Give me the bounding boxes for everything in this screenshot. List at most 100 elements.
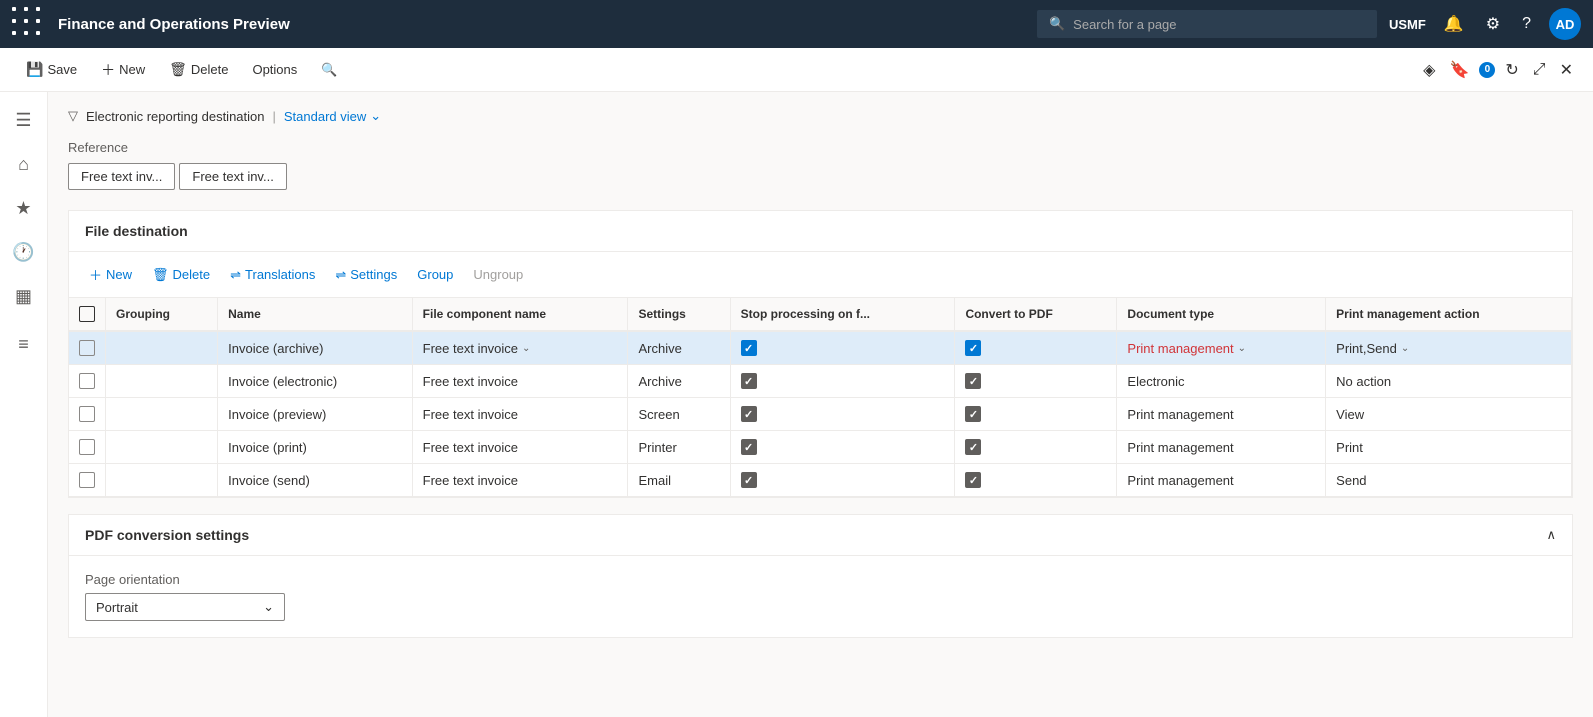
sidebar-item-home[interactable]: ⌂ xyxy=(4,144,44,184)
page-orientation-value: Portrait xyxy=(96,600,138,615)
file-component-dropdown[interactable]: Free text invoice⌄ xyxy=(423,341,618,356)
cell-stop-processing[interactable] xyxy=(730,365,955,398)
convert-pdf-checkbox[interactable] xyxy=(965,373,981,389)
cell-name: Invoice (archive) xyxy=(218,331,413,365)
stop-processing-checkbox[interactable] xyxy=(741,439,757,455)
filter-icon-header: ▽ xyxy=(68,108,78,124)
pdf-conversion-section: PDF conversion settings ∧ Page orientati… xyxy=(68,514,1573,638)
stop-processing-checkbox[interactable] xyxy=(741,340,757,356)
cell-convert-pdf[interactable] xyxy=(955,398,1117,431)
help-icon[interactable]: ? xyxy=(1518,11,1535,37)
dropdown-arrow-icon: ⌄ xyxy=(522,343,530,354)
file-destination-section: File destination ＋ New 🗑 Delete ⇌ Transl… xyxy=(68,210,1573,498)
new-button[interactable]: ＋ New xyxy=(91,54,155,86)
convert-pdf-checkbox[interactable] xyxy=(965,472,981,488)
cell-convert-pdf[interactable] xyxy=(955,431,1117,464)
row-checkbox[interactable] xyxy=(79,373,95,389)
sidebar-item-workspaces[interactable]: ▦ xyxy=(4,276,44,316)
cell-document-type: Print management xyxy=(1117,464,1326,497)
cell-convert-pdf[interactable] xyxy=(955,365,1117,398)
search-bar[interactable]: 🔍 Search for a page xyxy=(1037,10,1377,38)
filter-button[interactable]: 🔍 xyxy=(311,56,347,84)
close-icon[interactable]: ✕ xyxy=(1556,56,1577,84)
cell-document-type[interactable]: Print management⌄ xyxy=(1117,331,1326,365)
page-orientation-select[interactable]: Portrait ⌄ xyxy=(85,593,285,621)
app-grid-icon[interactable] xyxy=(12,7,46,41)
table-translations-button[interactable]: ⇌ Translations xyxy=(222,262,323,288)
delete-label: Delete xyxy=(191,62,229,77)
cell-stop-processing[interactable] xyxy=(730,331,955,365)
view-label: Standard view xyxy=(284,109,366,124)
sidebar-item-recent[interactable]: 🕐 xyxy=(4,232,44,272)
row-checkbox-cell xyxy=(69,365,106,398)
table-row[interactable]: Invoice (preview)Free text invoiceScreen… xyxy=(69,398,1572,431)
row-checkbox[interactable] xyxy=(79,340,95,356)
entity-label: USMF xyxy=(1389,17,1426,32)
table-translations-label: Translations xyxy=(245,267,315,282)
table-row[interactable]: Invoice (send)Free text invoiceEmailPrin… xyxy=(69,464,1572,497)
bookmark-icon[interactable]: 🔖 xyxy=(1445,56,1473,84)
sidebar-item-favorites[interactable]: ★ xyxy=(4,188,44,228)
avatar[interactable]: AD xyxy=(1549,8,1581,40)
row-checkbox-cell xyxy=(69,331,106,365)
table-new-button[interactable]: ＋ New xyxy=(81,260,140,289)
table-settings-button[interactable]: ⇌ Settings xyxy=(327,262,405,288)
cell-stop-processing[interactable] xyxy=(730,464,955,497)
reference-btn-1[interactable]: Free text inv... xyxy=(68,163,175,190)
cell-file-component: Free text invoice xyxy=(412,431,628,464)
stop-processing-checkbox[interactable] xyxy=(741,406,757,422)
view-selector[interactable]: Standard view ⌄ xyxy=(284,108,381,124)
sidebar-item-modules[interactable]: ≡ xyxy=(4,324,44,364)
table-row[interactable]: Invoice (print)Free text invoicePrinterP… xyxy=(69,431,1572,464)
diamond-icon[interactable]: ◈ xyxy=(1419,56,1439,84)
chevron-down-icon: ⌄ xyxy=(263,599,274,615)
action-bar-right: ◈ 🔖 0 ↻ ⤢ ✕ xyxy=(1419,56,1577,84)
print-action-dropdown[interactable]: Print,Send⌄ xyxy=(1336,341,1561,356)
table-header-row: Grouping Name File component name Settin… xyxy=(69,298,1572,331)
convert-pdf-checkbox[interactable] xyxy=(965,340,981,356)
row-checkbox[interactable] xyxy=(79,472,95,488)
th-checkbox xyxy=(69,298,106,331)
cell-document-type: Electronic xyxy=(1117,365,1326,398)
table-ungroup-button[interactable]: Ungroup xyxy=(465,262,531,287)
page-orientation-label: Page orientation xyxy=(85,572,1556,587)
table-group-button[interactable]: Group xyxy=(409,262,461,287)
dropdown-arrow-icon: ⌄ xyxy=(1238,343,1246,354)
cell-settings: Archive xyxy=(628,365,730,398)
table-row[interactable]: Invoice (archive)Free text invoice⌄Archi… xyxy=(69,331,1572,365)
stop-processing-checkbox[interactable] xyxy=(741,373,757,389)
cell-convert-pdf[interactable] xyxy=(955,464,1117,497)
options-label: Options xyxy=(252,62,297,77)
cell-file-component[interactable]: Free text invoice⌄ xyxy=(412,331,628,365)
document-type-dropdown[interactable]: Print management⌄ xyxy=(1127,341,1315,356)
stop-processing-checkbox[interactable] xyxy=(741,472,757,488)
options-button[interactable]: Options xyxy=(242,56,307,83)
row-checkbox[interactable] xyxy=(79,406,95,422)
cell-stop-processing[interactable] xyxy=(730,431,955,464)
table-delete-button[interactable]: 🗑 Delete xyxy=(144,262,218,288)
cell-convert-pdf[interactable] xyxy=(955,331,1117,365)
cell-stop-processing[interactable] xyxy=(730,398,955,431)
sidebar-item-hamburger[interactable]: ☰ xyxy=(4,100,44,140)
reference-btn-2[interactable]: Free text inv... xyxy=(179,163,286,190)
convert-pdf-checkbox[interactable] xyxy=(965,406,981,422)
th-name: Name xyxy=(218,298,413,331)
select-all-checkbox[interactable] xyxy=(79,306,95,322)
save-button[interactable]: 💾 Save xyxy=(16,55,87,84)
convert-pdf-checkbox[interactable] xyxy=(965,439,981,455)
cell-name: Invoice (preview) xyxy=(218,398,413,431)
expand-icon[interactable]: ⤢ xyxy=(1529,57,1550,83)
print-action-value: Print,Send xyxy=(1336,341,1397,356)
settings-icon[interactable]: ⚙ xyxy=(1482,10,1504,38)
bell-icon[interactable]: 🔔 xyxy=(1440,10,1468,38)
pdf-section-title: PDF conversion settings xyxy=(85,527,249,543)
cell-print-action: Send xyxy=(1326,464,1572,497)
row-checkbox[interactable] xyxy=(79,439,95,455)
refresh-icon[interactable]: ↻ xyxy=(1501,56,1522,84)
pdf-section-header[interactable]: PDF conversion settings ∧ xyxy=(69,515,1572,556)
table-row[interactable]: Invoice (electronic)Free text invoiceArc… xyxy=(69,365,1572,398)
cell-print-action[interactable]: Print,Send⌄ xyxy=(1326,331,1572,365)
delete-button[interactable]: 🗑 Delete xyxy=(159,55,238,84)
action-bar: 💾 Save ＋ New 🗑 Delete Options 🔍 ◈ 🔖 0 ↻ … xyxy=(0,48,1593,92)
inner-content: ▽ Electronic reporting destination | Sta… xyxy=(48,92,1593,654)
